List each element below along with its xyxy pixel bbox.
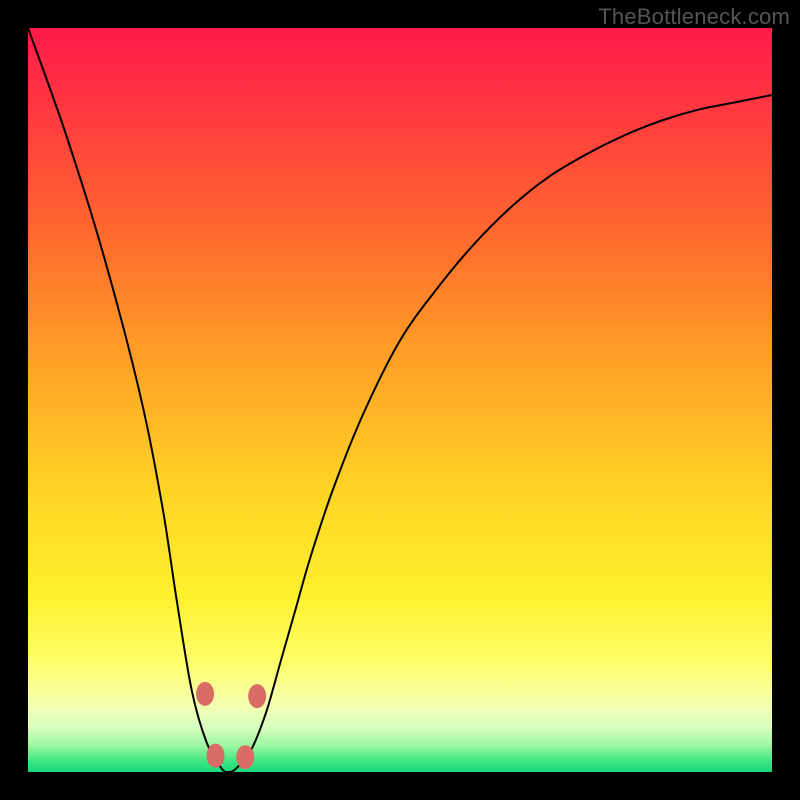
plot-area	[28, 28, 772, 772]
dot-right-bottom	[236, 745, 254, 769]
dot-left-top	[196, 682, 214, 706]
marker-group	[196, 682, 266, 769]
chart-frame: TheBottleneck.com	[0, 0, 800, 800]
dot-right-top	[248, 684, 266, 708]
chart-svg	[28, 28, 772, 772]
bottleneck-curve	[28, 28, 772, 772]
watermark-text: TheBottleneck.com	[598, 4, 790, 30]
dot-left-bottom	[206, 744, 224, 768]
